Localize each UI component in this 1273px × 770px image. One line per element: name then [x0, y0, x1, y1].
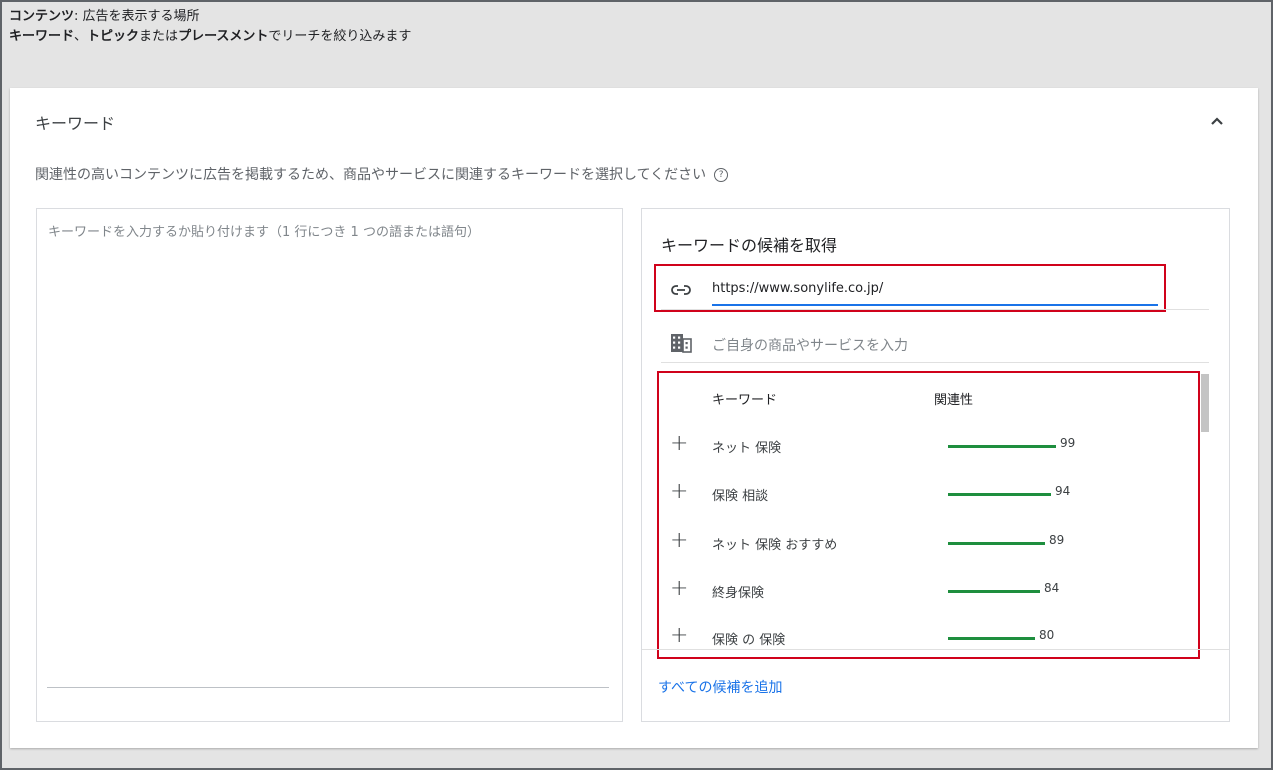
content-section: コンテンツ: 広告を表示する場所 キーワード、トピックまたはプレースメントでリー…: [0, 0, 1273, 770]
column-header-keyword: キーワード: [712, 393, 778, 408]
divider: [642, 649, 1229, 650]
section-header: コンテンツ: 広告を表示する場所 キーワード、トピックまたはプレースメントでリー…: [9, 7, 411, 47]
header-title: コンテンツ: 広告を表示する場所: [9, 7, 411, 27]
keyword-input-placeholder: キーワードを入力するか貼り付けます（1 行につき 1 つの語または語句）: [48, 225, 480, 240]
column-header-relevance: 関連性: [934, 393, 974, 408]
add-keyword-plus-icon[interactable]: +: [670, 480, 688, 504]
description-text: 関連性の高いコンテンツに広告を掲載するため、商品やサービスに関連するキーワードを…: [35, 167, 707, 183]
add-keyword-plus-icon[interactable]: +: [670, 624, 688, 648]
suggestion-row: + ネット 保険 99: [642, 432, 1202, 462]
link-icon: [671, 285, 691, 295]
divider: [661, 309, 1209, 310]
suggestions-highlight-box: [657, 371, 1200, 659]
header-sub-part: トピック: [87, 29, 140, 44]
suggestion-keyword: ネット 保険 おすすめ: [712, 538, 838, 553]
input-underline: [47, 687, 609, 688]
header-subtitle: キーワード、トピックまたはプレースメントでリーチを絞り込みます: [9, 27, 411, 47]
suggestions-scrollbar[interactable]: [1201, 374, 1209, 432]
header-sub-part: 、: [74, 29, 88, 44]
add-all-suggestions-link[interactable]: すべての候補を追加: [658, 677, 782, 697]
suggestion-keyword: 保険 相談: [712, 489, 769, 504]
suggestion-keyword: ネット 保険: [712, 441, 782, 456]
suggestion-row: + 保険 相談 94: [642, 480, 1202, 510]
suggestion-keyword: 保険 の 保険: [712, 633, 786, 648]
chevron-up-icon[interactable]: [1208, 114, 1226, 128]
keywords-card: キーワード 関連性の高いコンテンツに広告を掲載するため、商品やサービスに関連する…: [10, 88, 1258, 748]
relevance-bar: [948, 542, 1045, 545]
header-sub-part: キーワード: [9, 29, 75, 44]
card-description: 関連性の高いコンテンツに広告を掲載するため、商品やサービスに関連するキーワードを…: [35, 164, 729, 184]
suggestion-keyword: 終身保険: [712, 586, 765, 601]
header-sub-part: または: [139, 29, 179, 44]
add-keyword-plus-icon[interactable]: +: [670, 432, 688, 456]
relevance-bar: [948, 493, 1051, 496]
keyword-input-area[interactable]: キーワードを入力するか貼り付けます（1 行につき 1 つの語または語句）: [36, 208, 623, 722]
help-icon[interactable]: ?: [714, 168, 729, 182]
card-title: キーワード: [35, 114, 116, 133]
url-input-underline: [712, 304, 1158, 306]
header-title-bold: コンテンツ: [9, 9, 75, 24]
building-icon: [671, 334, 692, 353]
relevance-bar: [948, 590, 1040, 593]
service-input[interactable]: ご自身の商品やサービスを入力: [712, 335, 908, 355]
relevance-score: 94: [1055, 484, 1071, 498]
suggestions-title: キーワードの候補を取得: [661, 236, 838, 255]
add-keyword-plus-icon[interactable]: +: [670, 529, 688, 553]
keyword-suggestions-panel: キーワードの候補を取得 https://www.sonylife.co.jp/ …: [641, 208, 1230, 722]
relevance-bar: [948, 637, 1035, 640]
url-input[interactable]: https://www.sonylife.co.jp/: [712, 281, 883, 296]
relevance-score: 99: [1060, 436, 1076, 450]
suggestion-row: + 終身保険 84: [642, 577, 1202, 607]
header-title-rest: : 広告を表示する場所: [74, 9, 200, 24]
divider: [661, 362, 1209, 363]
suggestion-row: + ネット 保険 おすすめ 89: [642, 529, 1202, 559]
header-sub-part: でリーチを絞り込みます: [268, 29, 412, 44]
relevance-score: 80: [1039, 628, 1055, 642]
relevance-bar: [948, 445, 1056, 448]
header-sub-part: プレースメント: [178, 29, 269, 44]
relevance-score: 89: [1049, 533, 1065, 547]
relevance-score: 84: [1044, 581, 1060, 595]
add-keyword-plus-icon[interactable]: +: [670, 577, 688, 601]
